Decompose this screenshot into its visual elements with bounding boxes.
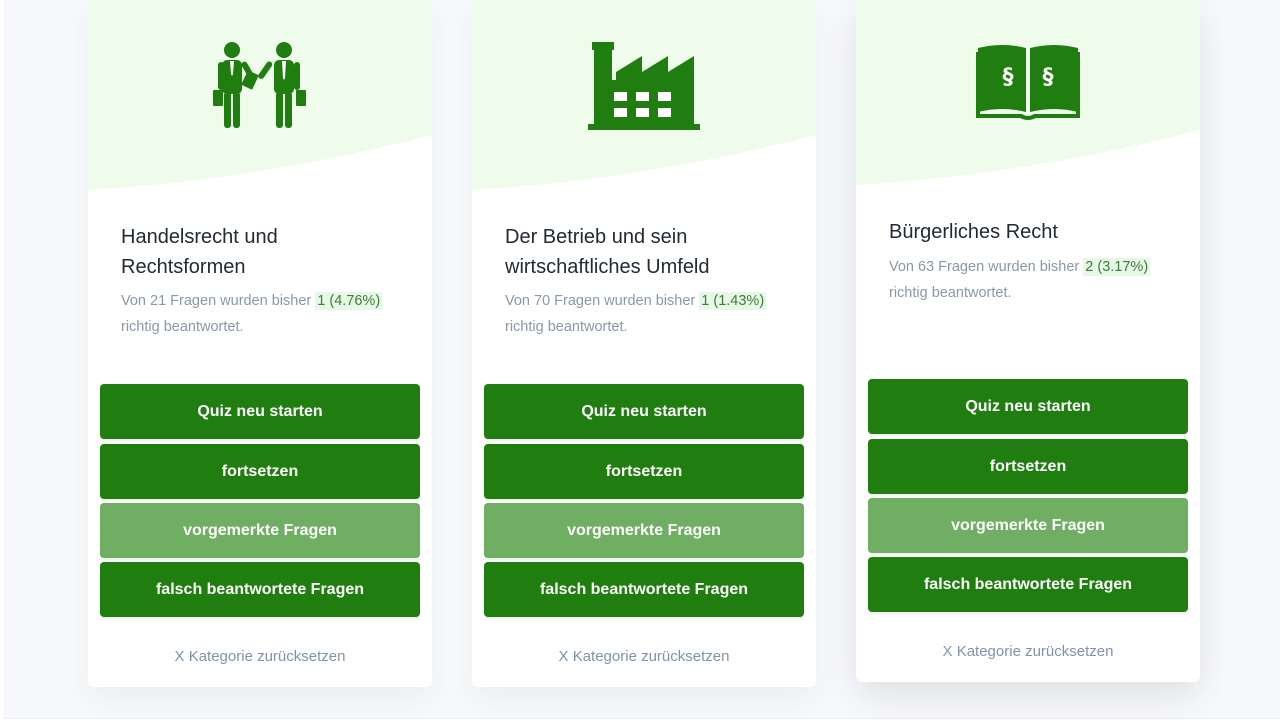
card-title-line: Rechtsformen (121, 256, 246, 278)
reset-category-link[interactable]: X Kategorie zurücksetzen (88, 648, 432, 665)
stats-prefix: Von 70 Fragen wurden bisher (505, 293, 696, 309)
law-book-icon: § § (976, 45, 1080, 120)
card-stats: Von 63 Fragen wurden bisher 2 (3.17%) ri… (889, 254, 1179, 306)
category-card-buergerliches-recht: § § Bürgerliches Recht Von 63 Fragen wur… (856, 0, 1200, 682)
stats-correct-count: 1 (1.43%) (699, 292, 767, 310)
continue-button[interactable]: fortsetzen (868, 439, 1188, 494)
card-stats: Von 21 Fragen wurden bisher 1 (4.76%) ri… (121, 288, 411, 340)
marked-questions-button[interactable]: vorgemerkte Fragen (868, 498, 1188, 553)
card-title-line: wirtschaftliches Umfeld (505, 256, 710, 278)
card-title: Der Betrieb und sein wirtschaftliches Um… (505, 222, 795, 282)
category-card-handelsrecht: Handelsrecht und Rechtsformen Von 21 Fra… (88, 0, 432, 687)
factory-icon (588, 42, 700, 130)
wrong-answers-button[interactable]: falsch beantwortete Fragen (868, 557, 1188, 612)
card-title: Bürgerliches Recht (889, 217, 1179, 247)
restart-quiz-button[interactable]: Quiz neu starten (484, 384, 804, 439)
card-title-line: Handelsrecht und (121, 226, 278, 248)
card-hero (472, 0, 816, 200)
stats-suffix: richtig beantwortet. (121, 319, 244, 335)
card-title-line: Der Betrieb und sein (505, 226, 688, 248)
card-title-line: Bürgerliches Recht (889, 221, 1058, 243)
wrong-answers-button[interactable]: falsch beantwortete Fragen (100, 562, 420, 617)
reset-category-link[interactable]: X Kategorie zurücksetzen (856, 643, 1200, 660)
restart-quiz-button[interactable]: Quiz neu starten (100, 384, 420, 439)
svg-text:§: § (1003, 65, 1014, 90)
stats-correct-count: 2 (3.17%) (1083, 258, 1151, 276)
marked-questions-button[interactable]: vorgemerkte Fragen (100, 503, 420, 558)
card-stats: Von 70 Fragen wurden bisher 1 (1.43%) ri… (505, 288, 795, 340)
card-title: Handelsrecht und Rechtsformen (121, 222, 411, 282)
continue-button[interactable]: fortsetzen (100, 444, 420, 499)
reset-category-link[interactable]: X Kategorie zurücksetzen (472, 648, 816, 665)
svg-text:§: § (1043, 65, 1054, 90)
businessmen-icon (213, 42, 306, 128)
marked-questions-button[interactable]: vorgemerkte Fragen (484, 503, 804, 558)
stats-correct-count: 1 (4.76%) (315, 292, 383, 310)
card-hero: § § (856, 0, 1200, 200)
restart-quiz-button[interactable]: Quiz neu starten (868, 379, 1188, 434)
stats-prefix: Von 21 Fragen wurden bisher (121, 293, 312, 309)
continue-button[interactable]: fortsetzen (484, 444, 804, 499)
stats-suffix: richtig beantwortet. (505, 319, 628, 335)
stats-suffix: richtig beantwortet. (889, 285, 1012, 301)
wrong-answers-button[interactable]: falsch beantwortete Fragen (484, 562, 804, 617)
card-hero (88, 0, 432, 200)
category-card-betrieb: Der Betrieb und sein wirtschaftliches Um… (472, 0, 816, 687)
stats-prefix: Von 63 Fragen wurden bisher (889, 259, 1080, 275)
